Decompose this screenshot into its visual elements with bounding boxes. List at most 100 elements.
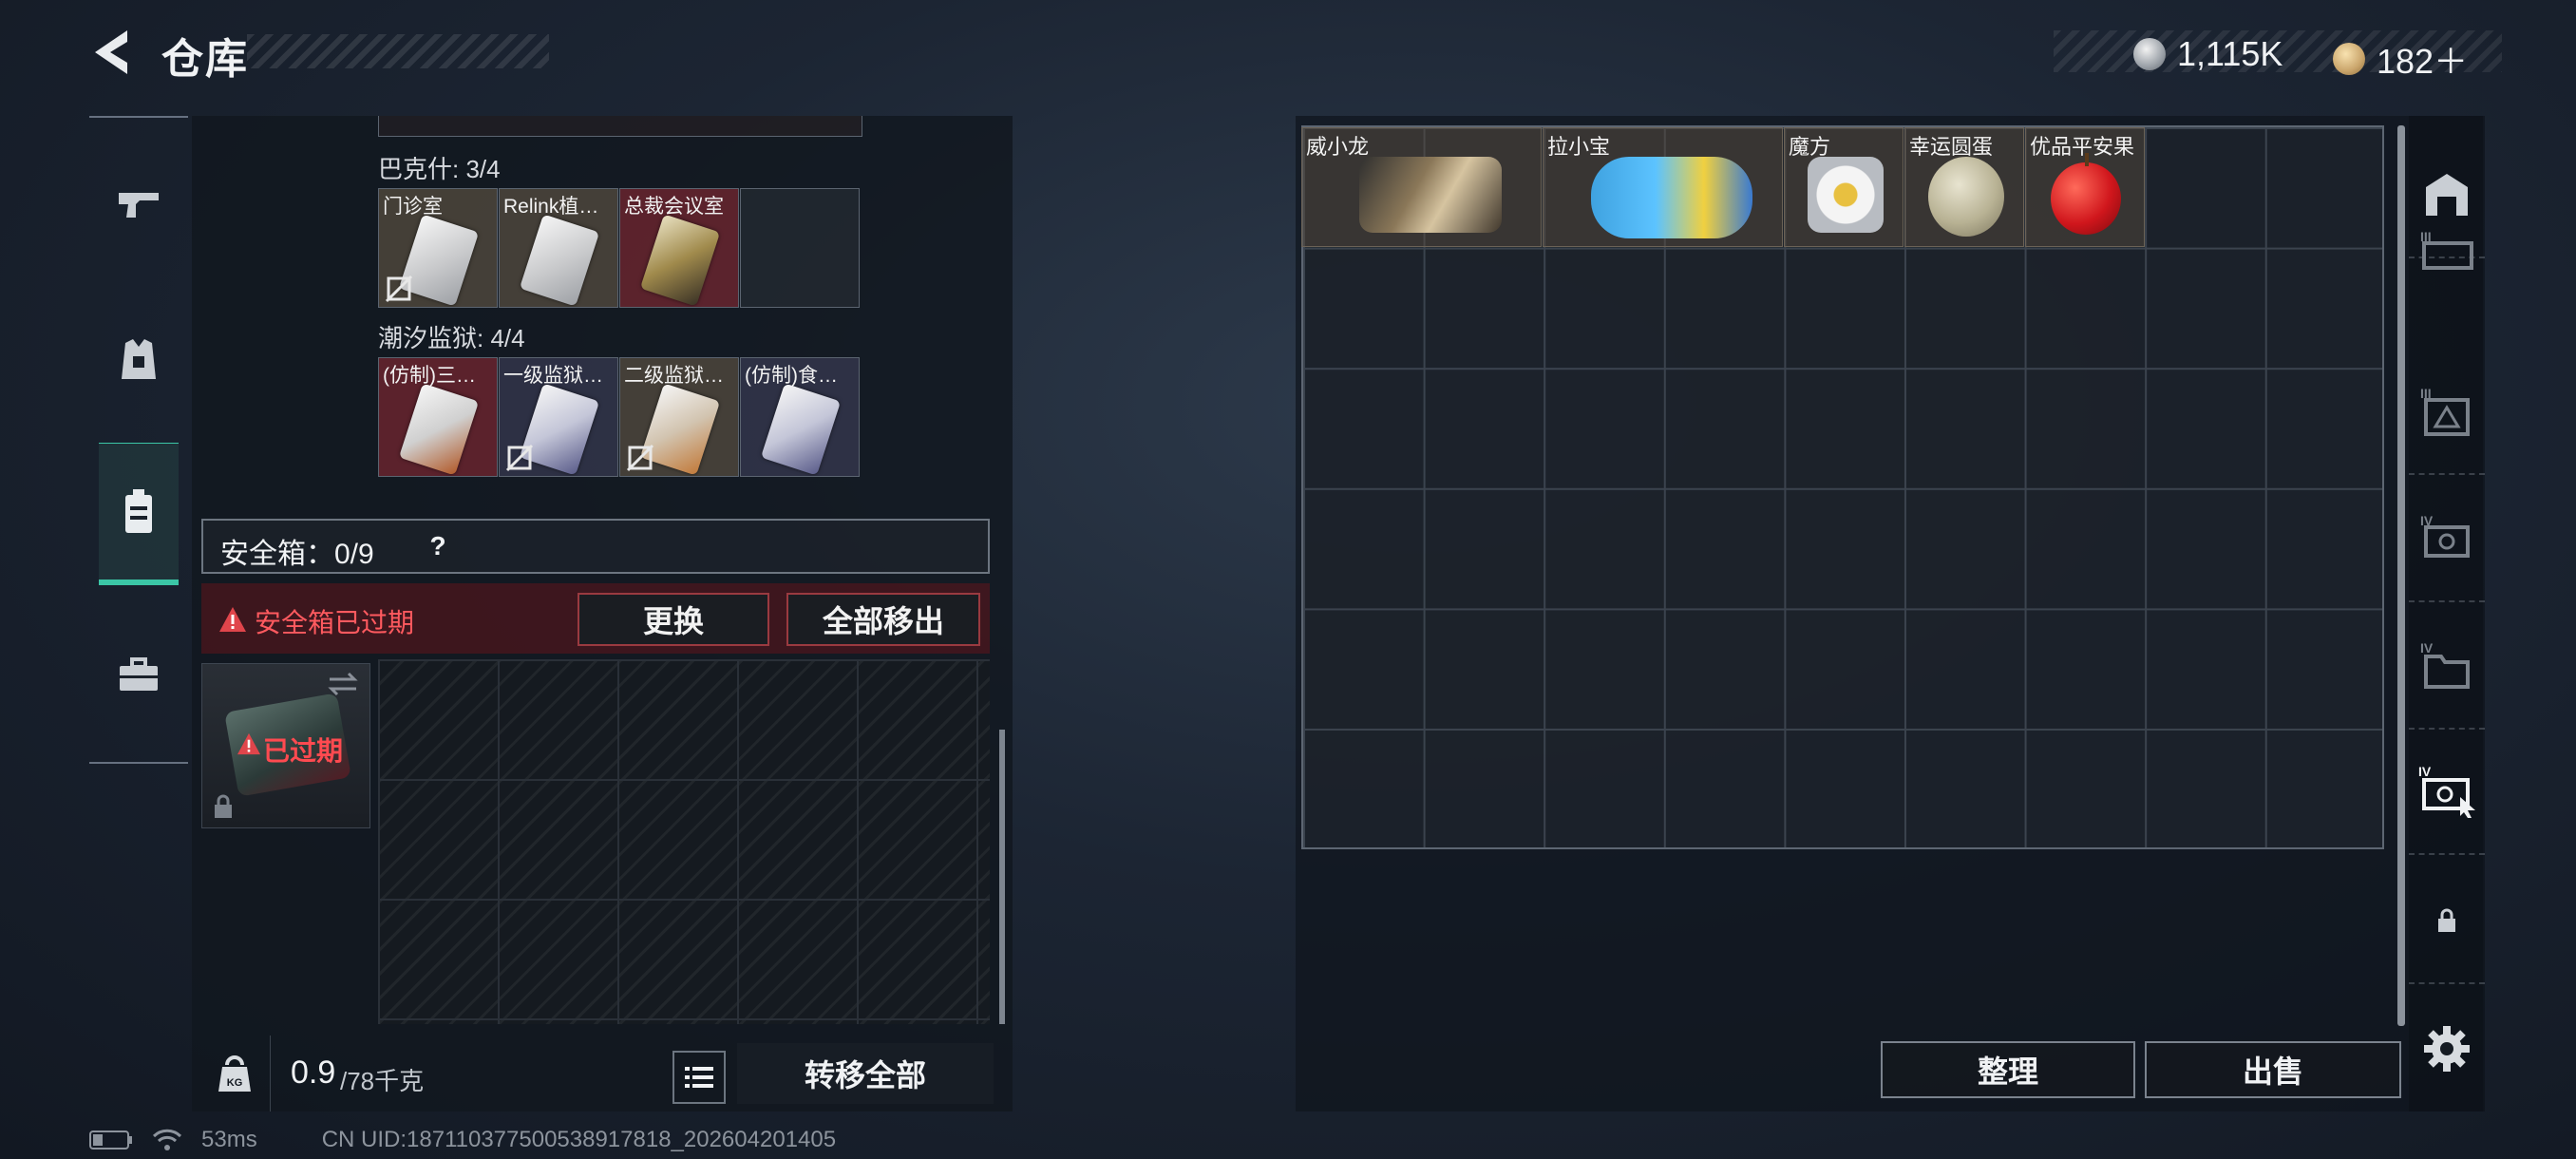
expansion-tier3-icon: III: [2420, 229, 2473, 270]
remove-all-button[interactable]: 全部移出: [786, 593, 980, 646]
keycard-slot[interactable]: (仿制)三…: [378, 357, 498, 477]
keycard-name: 总裁会议室: [624, 196, 724, 218]
expansion-tier4-folder-icon: IV: [2420, 640, 2470, 689]
warning-icon: [219, 607, 246, 632]
keycard-name: (仿制)食…: [745, 365, 838, 387]
armor-vest-icon: [122, 339, 156, 379]
currency-silver: 1,115K: [2133, 34, 2282, 74]
keycard-slot[interactable]: 总裁会议室: [619, 188, 739, 308]
expansion-tier4-active-icon: IV: [2418, 764, 2475, 818]
expansion-tier3-alt-icon: III: [2420, 386, 2470, 436]
sidebar-item-equipment[interactable]: [99, 290, 179, 432]
title-decor: [247, 34, 549, 68]
warehouse-item[interactable]: 幸运圆蛋: [1904, 127, 2024, 247]
sort-button[interactable]: 整理: [1881, 1041, 2135, 1098]
replace-button[interactable]: 更换: [578, 593, 769, 646]
keycard-slot[interactable]: 二级监狱…: [619, 357, 739, 477]
mech-figure-image: [1359, 157, 1502, 233]
gold-coin-icon: [2333, 43, 2365, 75]
keycard-slot[interactable]: 门诊室: [378, 188, 498, 308]
safebox-header: 安全箱：0/9 ?: [201, 519, 990, 574]
keycard-name: Relink植…: [503, 196, 599, 218]
page-title: 仓库: [161, 36, 249, 83]
no-link-icon: [385, 275, 413, 303]
keycard-slot[interactable]: (仿制)食…: [740, 357, 860, 477]
keycard-row-partial: [378, 116, 862, 137]
keycard-name: 一级监狱…: [503, 365, 603, 387]
no-link-icon: [626, 444, 654, 472]
help-button[interactable]: ?: [418, 526, 458, 566]
keycard-name: 门诊室: [383, 196, 443, 218]
warehouse-home-icon: [2426, 174, 2468, 216]
warehouse-item[interactable]: 威小龙: [1301, 127, 1542, 247]
keycard-image: [639, 214, 721, 307]
gold-amount[interactable]: 182＋: [2377, 34, 2468, 84]
back-arrow-icon: [95, 30, 127, 74]
warehouse-item[interactable]: 优品平安果: [2025, 127, 2145, 247]
wifi-icon: [152, 1129, 182, 1150]
svg-text:KG: KG: [227, 1077, 243, 1089]
warehouse-tab-5[interactable]: IV: [2409, 604, 2485, 730]
apple-stem: [2085, 153, 2089, 166]
keycard-name: (仿制)三…: [383, 365, 476, 387]
swap-icon[interactable]: [326, 672, 360, 696]
transfer-all-button[interactable]: 转移全部: [737, 1043, 994, 1104]
warehouse-item[interactable]: 拉小宝: [1543, 127, 1783, 247]
safebox-grid[interactable]: [378, 659, 990, 1024]
keycard-image: [398, 383, 480, 476]
pistol-icon: [119, 193, 159, 218]
warehouse-item[interactable]: 魔方: [1784, 127, 1904, 247]
warehouse-scrollbar[interactable]: [2397, 125, 2405, 1026]
toolbox-icon: [120, 657, 158, 691]
keycard-slot-empty[interactable]: [740, 188, 860, 308]
expansion-tier4-icon: IV: [2420, 513, 2470, 558]
warehouse-tab-6-active[interactable]: IV: [2409, 730, 2485, 855]
uid-text: CN UID:18711037750053891781​8_2026042014…: [321, 1127, 837, 1152]
safebox-expired-text: 安全箱已过期: [255, 608, 415, 637]
sell-button[interactable]: 出售: [2145, 1041, 2401, 1098]
warehouse-tab-2[interactable]: III: [2409, 217, 2485, 283]
safebox-item[interactable]: 已过期: [201, 663, 370, 828]
list-view-button[interactable]: [672, 1051, 726, 1104]
battery-icon: [89, 1130, 132, 1150]
egg-image: [1928, 157, 2004, 237]
cube-image: [1808, 157, 1884, 233]
warning-icon: [237, 732, 260, 755]
group-label-tidal-prison: 潮汐监狱: 4/4: [378, 324, 525, 352]
sidebar-item-toolbox[interactable]: [99, 604, 179, 747]
weight-icon: KG: [203, 1036, 266, 1112]
backpack-footer: KG 0.9 /78千克 转移全部: [192, 1036, 1013, 1112]
list-icon: [685, 1067, 713, 1088]
ping-text: 53ms: [201, 1127, 257, 1152]
svg-text:IV: IV: [2420, 640, 2434, 656]
keycard-image: [519, 214, 600, 307]
keycard-slot[interactable]: 一级监狱…: [499, 357, 618, 477]
lock-icon: [2438, 908, 2455, 932]
kettlebell-icon: KG: [218, 1055, 251, 1092]
expired-label: 已过期: [263, 736, 344, 766]
warehouse-tab-3[interactable]: III: [2409, 350, 2485, 475]
warehouse-tab-4[interactable]: IV: [2409, 477, 2485, 602]
warehouse-tab-locked[interactable]: [2409, 859, 2485, 984]
apple-image: [2051, 162, 2121, 235]
scrollbar[interactable]: [999, 730, 1005, 1024]
keycard-name: 二级监狱…: [624, 365, 724, 387]
gear-icon: [2424, 1026, 2470, 1072]
weight-current: 0.9: [291, 1054, 336, 1091]
toy-figure-image: [1591, 157, 1752, 238]
settings-button[interactable]: [2420, 1022, 2473, 1075]
silver-coin-icon: [2133, 38, 2166, 70]
silver-amount: 1,115K: [2177, 34, 2283, 73]
no-link-icon: [505, 444, 534, 472]
currency-gold: 182＋: [2333, 34, 2468, 84]
lock-icon: [215, 794, 232, 818]
keycard-image: [760, 383, 842, 476]
svg-text:IV: IV: [2418, 764, 2432, 779]
back-button[interactable]: [87, 27, 139, 78]
backpack-icon: [125, 488, 152, 533]
sidebar-item-weapons[interactable]: [99, 133, 179, 276]
sidebar-item-backpack[interactable]: [99, 443, 179, 585]
group-label-bakesh: 巴克什: 3/4: [378, 155, 501, 183]
keycard-slot[interactable]: Relink植…: [499, 188, 618, 308]
status-footer: 53ms CN UID:18711037750053891781​8_20260…: [89, 1127, 836, 1153]
